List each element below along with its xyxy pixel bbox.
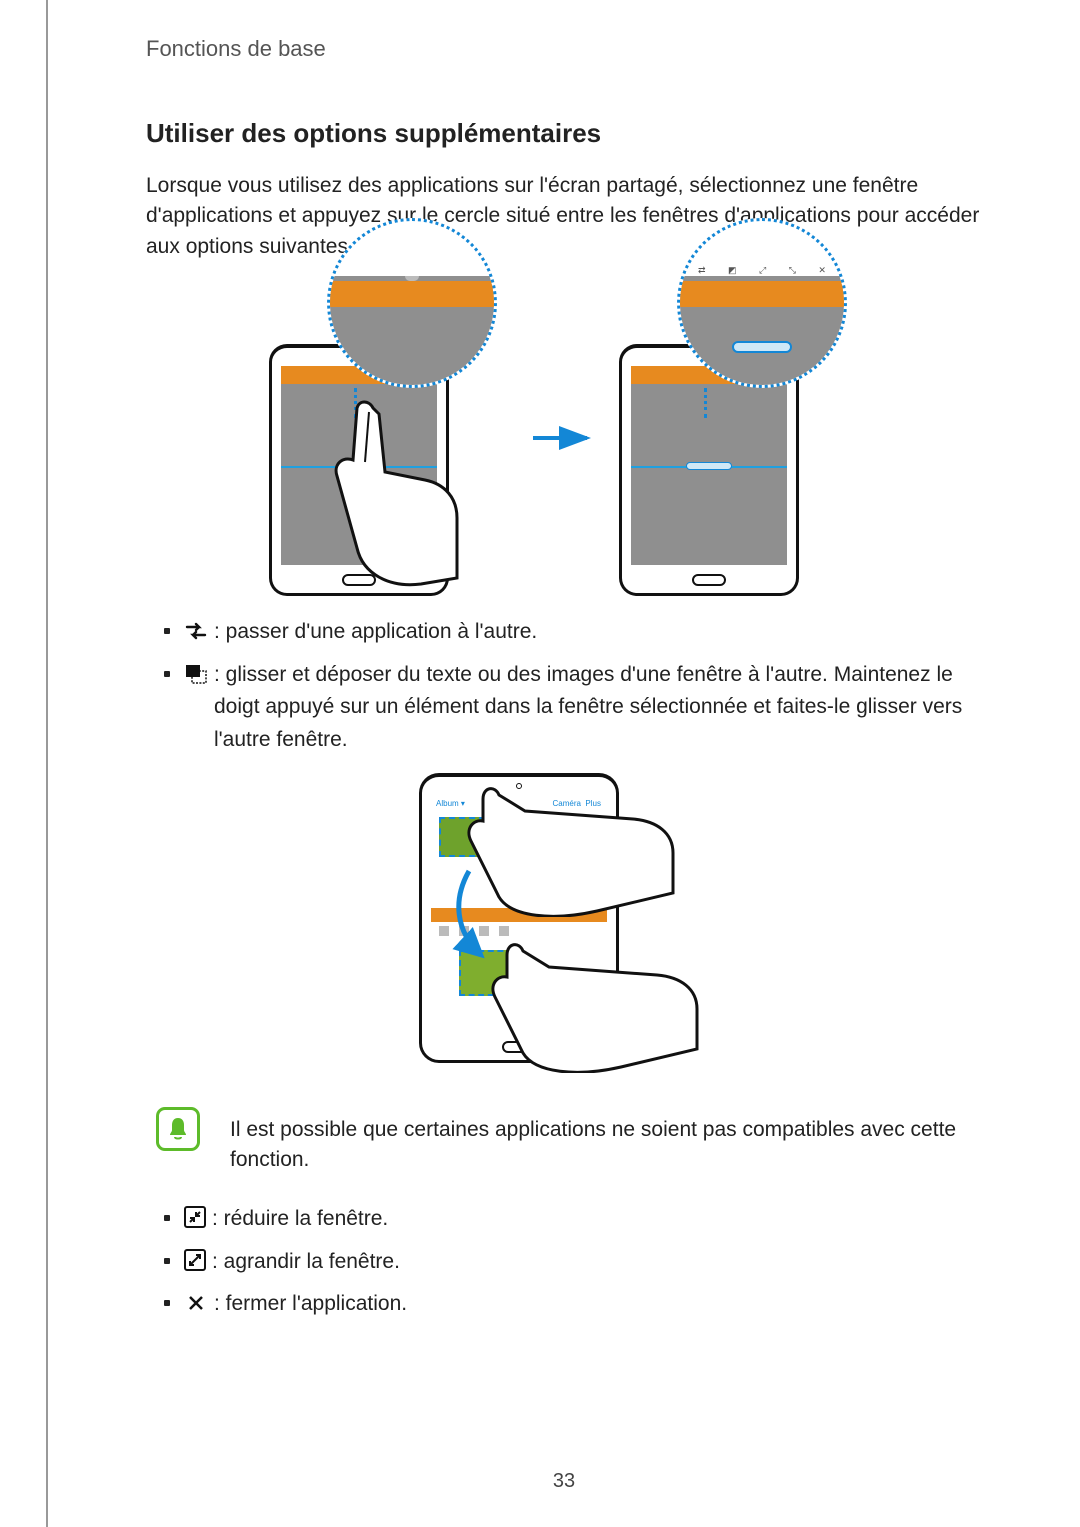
- list-item-text: : glisser et déposer du texte ou des ima…: [214, 659, 982, 757]
- close-icon: [184, 1291, 208, 1315]
- list-item: : fermer l'application.: [164, 1288, 982, 1321]
- minimize-icon: [184, 1206, 206, 1228]
- section-title: Utiliser des options supplémentaires: [146, 118, 982, 149]
- zoom-lens-after: ⇄◩⤢⤡✕: [677, 218, 847, 388]
- bullet-icon: [164, 1258, 170, 1264]
- bullet-icon: [164, 1215, 170, 1221]
- figure-drag-drop: Album ▾ Caméra Plus: [146, 773, 982, 1083]
- hand-top-icon: [465, 767, 675, 917]
- figure-split-screen-options: ⇄◩⤢⤡✕: [146, 288, 982, 588]
- drag-drop-icon: [184, 662, 208, 686]
- breadcrumb: Fonctions de base: [146, 36, 982, 62]
- options-toolbar-icons: ⇄◩⤢⤡✕: [698, 263, 826, 277]
- hand-bottom-icon: [489, 923, 699, 1073]
- bullet-icon: [164, 1300, 170, 1306]
- list-item-text: : réduire la fenêtre.: [212, 1203, 982, 1236]
- options-list-bottom: : réduire la fenêtre. : agrandir la fenê…: [146, 1203, 982, 1321]
- intro-paragraph: Lorsque vous utilisez des applications s…: [146, 171, 982, 262]
- zoom-lens-before: [327, 218, 497, 388]
- list-item: : agrandir la fenêtre.: [164, 1246, 982, 1279]
- note-bell-icon: [156, 1107, 200, 1151]
- list-item-text: : passer d'une application à l'autre.: [214, 616, 982, 649]
- hand-touch-icon: [329, 398, 459, 603]
- list-item: : réduire la fenêtre.: [164, 1203, 982, 1236]
- list-item: : glisser et déposer du texte ou des ima…: [164, 659, 982, 757]
- bullet-icon: [164, 628, 170, 634]
- list-item: : passer d'une application à l'autre.: [164, 616, 982, 649]
- note-text: Il est possible que certaines applicatio…: [230, 1107, 982, 1176]
- list-item-text: : agrandir la fenêtre.: [212, 1246, 982, 1279]
- compatibility-note: Il est possible que certaines applicatio…: [156, 1107, 982, 1176]
- page-number: 33: [48, 1470, 1080, 1493]
- swap-icon: [184, 619, 208, 643]
- arrow-right-icon: [531, 425, 597, 451]
- bullet-icon: [164, 671, 170, 677]
- list-item-text: : fermer l'application.: [214, 1288, 982, 1321]
- options-list-top: : passer d'une application à l'autre. : …: [146, 616, 982, 756]
- maximize-icon: [184, 1249, 206, 1271]
